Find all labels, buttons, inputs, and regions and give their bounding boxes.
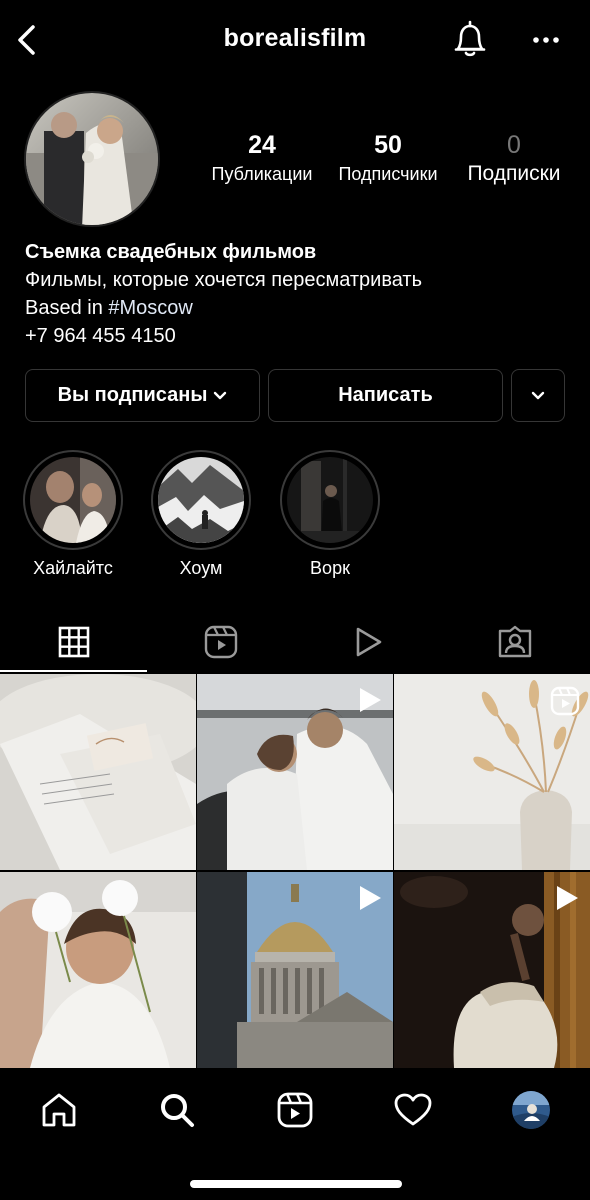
heart-icon (394, 1093, 432, 1126)
hashtag-link[interactable]: #Moscow (108, 297, 192, 319)
profile-username: borealisfilm (223, 24, 367, 52)
bell-icon (454, 20, 486, 57)
profile-header: borealisfilm (0, 0, 590, 80)
highlight-item[interactable]: Хайлайтс (23, 450, 123, 579)
reels-badge-icon (550, 686, 580, 716)
play-icon (356, 627, 381, 657)
home-indicator (190, 1180, 402, 1188)
profile-stats: 24 Публикации 50 Подписчики 0 Подписки (200, 130, 580, 190)
video-badge-icon (360, 886, 381, 910)
tab-reels[interactable] (147, 612, 294, 672)
suggested-accounts-button[interactable] (511, 369, 565, 422)
active-tab-indicator (0, 670, 147, 672)
bio-location: Based in #Moscow (25, 294, 570, 322)
more-options-button[interactable] (526, 22, 566, 58)
highlight-ring (23, 450, 123, 550)
post-thumbnail[interactable] (394, 872, 590, 1068)
tagged-icon (498, 625, 531, 658)
highlight-ring (151, 450, 251, 550)
video-badge-icon (360, 688, 381, 712)
grid-icon (58, 626, 89, 658)
chevron-down-icon (531, 391, 545, 399)
highlight-cover (30, 457, 116, 543)
tab-posts-grid[interactable] (0, 612, 147, 672)
bottom-navigation (0, 1070, 590, 1200)
notifications-button[interactable] (450, 18, 490, 60)
post-thumbnail[interactable] (0, 674, 196, 870)
following-count: 0 (507, 131, 521, 159)
following-label: Подписки (467, 162, 561, 185)
highlight-item[interactable]: Хоум (151, 450, 251, 579)
post-thumbnail[interactable] (197, 872, 393, 1068)
reels-icon (277, 1092, 313, 1128)
highlight-label: Ворк (310, 558, 350, 578)
highlight-label: Хайлайтс (33, 558, 113, 578)
post-thumbnail[interactable] (197, 674, 393, 870)
bio-description: Фильмы, которые хочется пересматривать (25, 269, 423, 291)
profile-avatar[interactable] (24, 91, 160, 227)
following-button-label: Вы подписаны (57, 384, 208, 406)
post-thumbnail[interactable] (394, 674, 590, 870)
following-stat[interactable]: 0 Подписки (454, 130, 574, 185)
highlight-item[interactable]: Ворк (280, 450, 380, 579)
more-horizontal-icon (533, 37, 559, 43)
profile-avatar (512, 1091, 550, 1129)
tab-tagged[interactable] (441, 612, 588, 672)
message-button-label: Написать (338, 384, 433, 406)
highlight-cover (287, 457, 373, 543)
nav-home[interactable] (29, 1088, 89, 1132)
nav-search[interactable] (147, 1088, 207, 1132)
reels-icon (204, 625, 237, 659)
nav-activity[interactable] (383, 1088, 443, 1132)
highlight-label: Хоум (179, 558, 223, 578)
search-icon (161, 1094, 194, 1127)
followers-label: Подписчики (338, 164, 438, 184)
profile-tabs (0, 612, 590, 672)
followers-stat[interactable]: 50 Подписчики (328, 130, 448, 185)
bio-location-prefix: Based in (25, 297, 109, 319)
chevron-down-icon (214, 391, 227, 399)
following-button[interactable]: Вы подписаны (25, 369, 260, 422)
posts-stat[interactable]: 24 Публикации (200, 130, 324, 185)
avatar-photo (26, 93, 158, 225)
nav-reels[interactable] (265, 1088, 325, 1132)
bio-name: Съемка свадебных фильмов (25, 241, 317, 263)
posts-label: Публикации (211, 164, 313, 184)
profile-bio: Съемка свадебных фильмов Фильмы, которые… (25, 238, 570, 350)
message-button[interactable]: Написать (268, 369, 503, 422)
highlight-cover (158, 457, 244, 543)
tab-videos[interactable] (294, 612, 441, 672)
bio-phone[interactable]: +7 964 455 4150 (25, 322, 570, 350)
highlight-ring (280, 450, 380, 550)
followers-count: 50 (374, 131, 402, 159)
home-icon (42, 1093, 76, 1127)
video-badge-icon (557, 886, 578, 910)
posts-grid (0, 674, 590, 1068)
post-thumbnail[interactable] (0, 872, 196, 1068)
posts-count: 24 (248, 131, 276, 159)
nav-profile[interactable] (501, 1088, 561, 1132)
